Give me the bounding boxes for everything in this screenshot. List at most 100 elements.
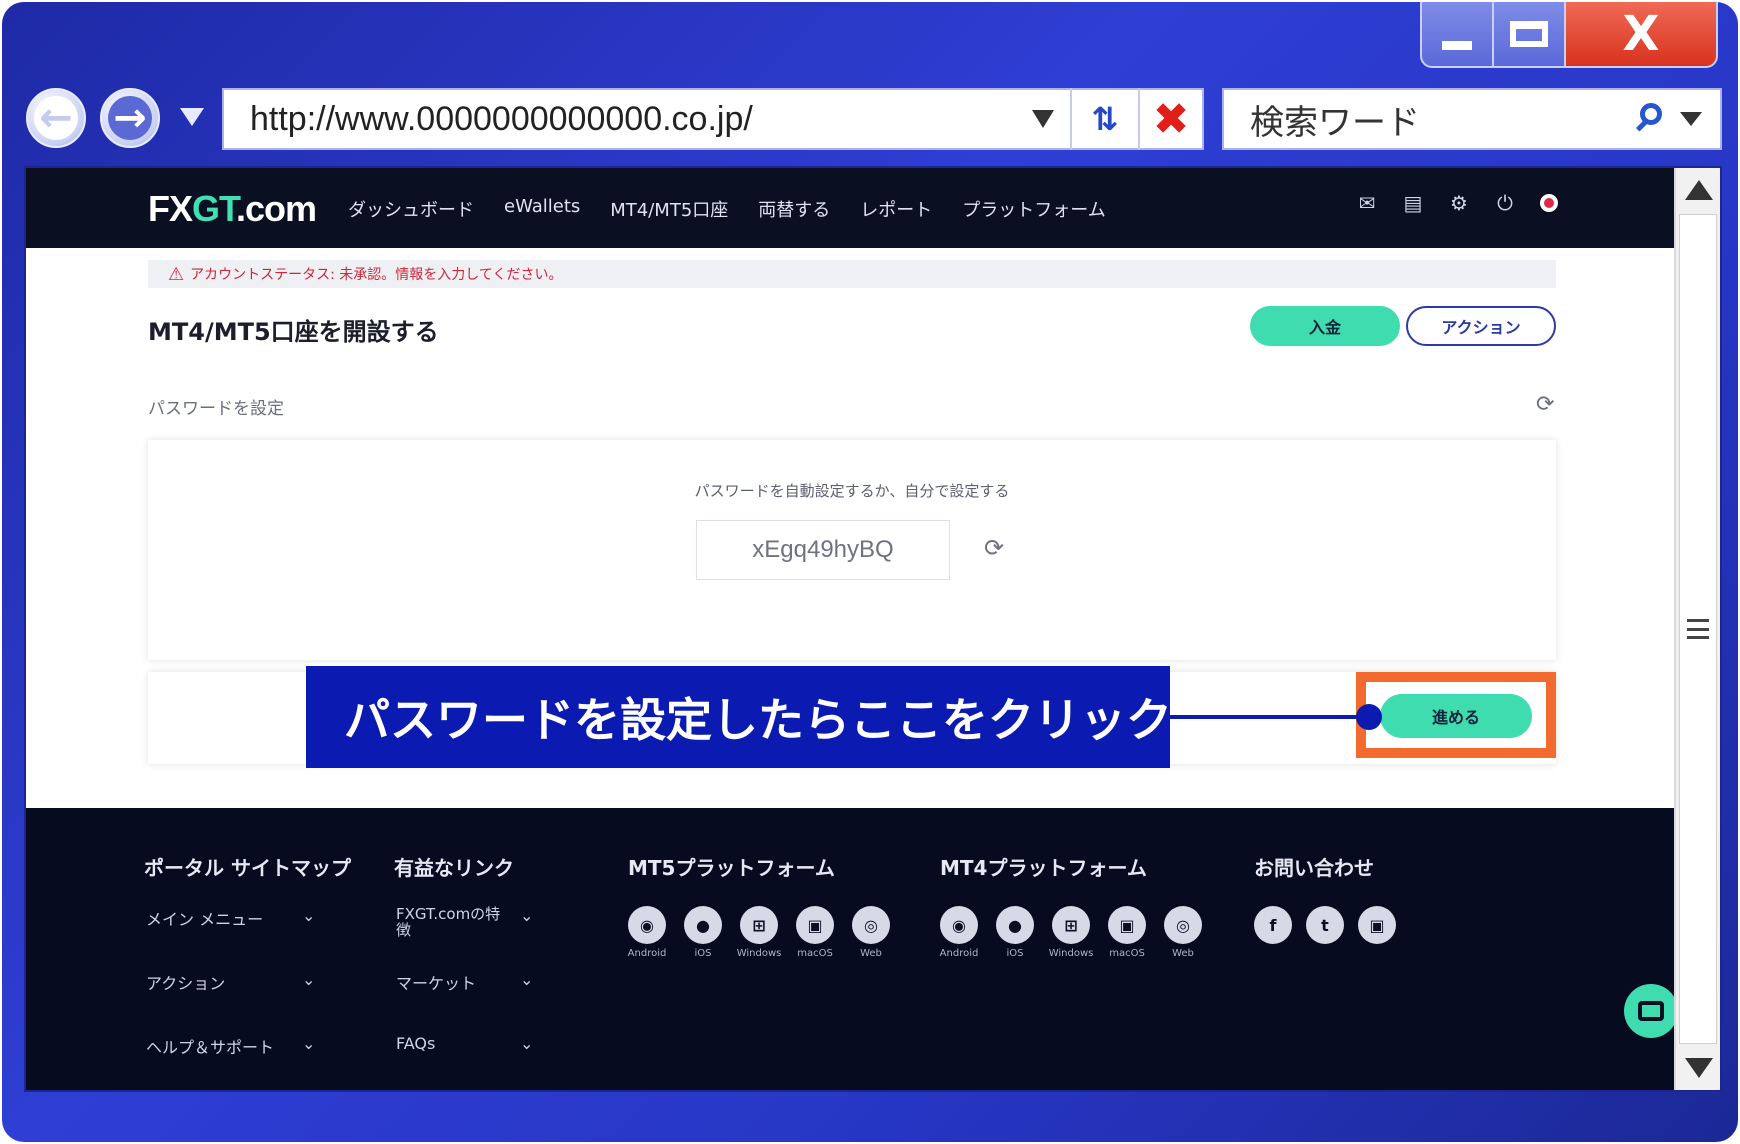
windows-icon: ⊞ <box>740 906 778 944</box>
regenerate-password-icon[interactable]: ⟳ <box>984 534 1004 562</box>
footer-col-mt4: MT4プラットフォーム <box>940 852 1147 881</box>
power-icon[interactable]: ⏻ <box>1494 191 1516 215</box>
nav-reports[interactable]: レポート <box>860 196 932 222</box>
site-header: FXGT.com ダッシュボード eWallets MT4/MT5口座 両替する… <box>26 168 1676 248</box>
mt5-web-link[interactable]: ◎ Web <box>852 906 890 959</box>
footer-col-mt5: MT5プラットフォーム <box>628 852 835 881</box>
back-button[interactable]: ← <box>26 88 86 148</box>
scroll-down-icon[interactable] <box>1685 1058 1713 1078</box>
deposit-button[interactable]: 入金 <box>1250 306 1400 346</box>
arrow-right-icon: → <box>113 95 147 141</box>
close-icon: X <box>1622 6 1660 62</box>
chevron-down-icon[interactable]: ⌄ <box>302 906 315 925</box>
search-dropdown-icon[interactable] <box>1680 112 1702 126</box>
page-title: MT4/MT5口座を開設する <box>148 318 439 346</box>
footer-col-sitemap: ポータル サイトマップ メイン メニュー ⌄ アクション ⌄ ヘルプ＆サポート … <box>144 852 351 1057</box>
social-links: f t ▣ <box>1254 906 1396 944</box>
mail-icon[interactable]: ✉ <box>1356 191 1378 215</box>
gear-icon[interactable]: ⚙ <box>1448 191 1470 215</box>
maximize-icon <box>1510 21 1548 47</box>
minimize-button[interactable] <box>1420 2 1494 68</box>
mt4-ios-link[interactable]: ● iOS <box>996 906 1034 959</box>
nav-dashboard[interactable]: ダッシュボード <box>348 196 474 222</box>
close-window-button[interactable]: X <box>1566 2 1718 68</box>
apple-icon: ● <box>684 906 722 944</box>
arrow-left-icon: ← <box>39 95 73 141</box>
mt5-windows-link[interactable]: ⊞ Windows <box>737 906 781 959</box>
globe-icon: ◎ <box>852 906 890 944</box>
scroll-thumb[interactable] <box>1679 214 1717 1044</box>
password-input[interactable]: xEgq49hyBQ <box>696 520 950 580</box>
android-icon: ◉ <box>628 906 666 944</box>
instagram-icon[interactable]: ▣ <box>1358 906 1396 944</box>
footer-link-faqs[interactable]: FAQs <box>396 1034 435 1053</box>
search-input[interactable]: 検索ワード <box>1224 95 1632 144</box>
mt4-android-link[interactable]: ◉ Android <box>940 906 978 959</box>
nav-platforms[interactable]: プラットフォーム <box>962 196 1105 222</box>
nav-mt-accounts[interactable]: MT4/MT5口座 <box>610 196 728 222</box>
footer-link-action[interactable]: アクション <box>146 970 225 994</box>
warning-icon: ⚠ <box>168 263 185 285</box>
callout-connector <box>1170 715 1368 719</box>
stop-icon[interactable]: ✖ <box>1140 90 1202 148</box>
address-dropdown-icon[interactable] <box>1032 110 1054 128</box>
windows-icon: ⊞ <box>1052 906 1090 944</box>
mt5-ios-link[interactable]: ● iOS <box>684 906 722 959</box>
refresh-icon[interactable]: ⇅ <box>1072 90 1138 148</box>
password-hint: パスワードを自動設定するか、自分で設定する <box>694 482 1010 500</box>
scroll-up-icon[interactable] <box>1685 180 1713 200</box>
footer-title-mt4: MT4プラットフォーム <box>940 856 1147 880</box>
chevron-down-icon[interactable]: ⌄ <box>520 1034 533 1053</box>
chevron-down-icon[interactable]: ⌄ <box>302 970 315 989</box>
chevron-down-icon[interactable]: ⌄ <box>302 1034 315 1053</box>
chevron-down-icon[interactable]: ⌄ <box>520 906 533 925</box>
twitter-icon[interactable]: t <box>1306 906 1344 944</box>
footer-title-mt5: MT5プラットフォーム <box>628 856 835 880</box>
mt5-macos-link[interactable]: ▣ macOS <box>796 906 834 959</box>
chat-button[interactable] <box>1624 984 1678 1038</box>
footer-link-main-menu[interactable]: メイン メニュー <box>146 906 263 930</box>
chevron-down-icon[interactable]: ⌄ <box>520 970 533 989</box>
apple-icon: ● <box>996 906 1034 944</box>
instruction-callout: パスワードを設定したらここをクリック <box>306 666 1172 768</box>
section-label: パスワードを設定 <box>148 399 284 419</box>
vertical-scrollbar[interactable] <box>1674 168 1720 1090</box>
footer-title-contact: お問い合わせ <box>1254 856 1374 880</box>
alert-text: アカウントステータス: 未承認。情報を入力してください。 <box>190 267 563 283</box>
status-alert: ⚠ アカウントステータス: 未承認。情報を入力してください。 <box>148 260 1556 288</box>
password-card: パスワードを自動設定するか、自分で設定する xEgq49hyBQ ⟳ <box>148 440 1556 660</box>
footer-col-links: 有益なリンク FXGT.comの特徴 ⌄ マーケット ⌄ FAQs ⌄ <box>394 852 533 1053</box>
grip-icon <box>1687 619 1709 639</box>
chat-icon <box>1638 1001 1664 1021</box>
mt4-windows-link[interactable]: ⊞ Windows <box>1049 906 1093 959</box>
mt4-macos-link[interactable]: ▣ macOS <box>1108 906 1146 959</box>
footer-link-markets[interactable]: マーケット <box>396 970 476 994</box>
search-icon[interactable] <box>1632 101 1668 137</box>
site-logo[interactable]: FXGT.com <box>148 188 317 230</box>
action-button[interactable]: アクション <box>1406 306 1556 346</box>
address-bar[interactable]: http://www.0000000000000.co.jp/ ⇅ ✖ <box>222 88 1204 150</box>
mt4-web-link[interactable]: ◎ Web <box>1164 906 1202 959</box>
reload-icon[interactable]: ⟳ <box>1536 392 1554 417</box>
site-footer: ポータル サイトマップ メイン メニュー ⌄ アクション ⌄ ヘルプ＆サポート … <box>26 808 1676 1090</box>
mt5-android-link[interactable]: ◉ Android <box>628 906 666 959</box>
mt5-app-links: ◉ Android ● iOS ⊞ Windows ▣ macOS ◎ Web <box>628 906 890 959</box>
language-flag-icon[interactable] <box>1540 194 1558 212</box>
facebook-icon[interactable]: f <box>1254 906 1292 944</box>
monitor-icon: ▣ <box>1108 906 1146 944</box>
nav-ewallets[interactable]: eWallets <box>504 196 580 222</box>
maximize-button[interactable] <box>1494 2 1566 68</box>
forward-button[interactable]: → <box>100 88 160 148</box>
url-text[interactable]: http://www.0000000000000.co.jp/ <box>224 100 1032 139</box>
main-nav: ダッシュボード eWallets MT4/MT5口座 両替する レポート プラッ… <box>348 196 1106 222</box>
footer-col-contact: お問い合わせ <box>1254 852 1374 881</box>
footer-link-help[interactable]: ヘルプ＆サポート <box>146 1034 274 1058</box>
search-box[interactable]: 検索ワード <box>1222 88 1722 150</box>
nav-exchange[interactable]: 両替する <box>758 196 830 222</box>
mt4-app-links: ◉ Android ● iOS ⊞ Windows ▣ macOS ◎ Web <box>940 906 1202 959</box>
history-dropdown-icon[interactable] <box>180 108 204 126</box>
next-button[interactable]: 進める <box>1380 694 1532 738</box>
wallet-icon[interactable]: ▤ <box>1402 191 1424 215</box>
footer-link-features[interactable]: FXGT.comの特徴 <box>396 906 508 938</box>
minimize-icon <box>1442 40 1472 50</box>
